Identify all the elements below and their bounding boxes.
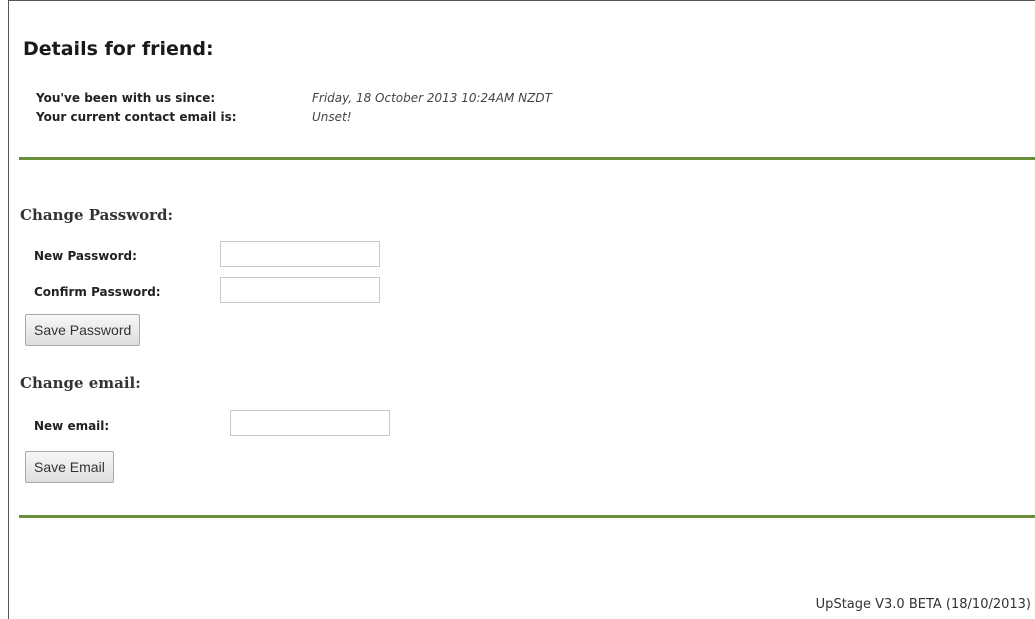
member-since-value: Friday, 18 October 2013 10:24AM NZDT	[312, 91, 552, 105]
page-title: Details for friend:	[23, 38, 214, 60]
contact-email-value: Unset!	[312, 110, 352, 124]
bottom-divider	[19, 515, 1035, 518]
change-email-title: Change email:	[20, 374, 141, 392]
confirm-password-label: Confirm Password:	[34, 285, 161, 299]
new-password-label: New Password:	[34, 249, 137, 263]
new-email-label: New email:	[34, 419, 110, 433]
version-footer: UpStage V3.0 BETA (18/10/2013)	[815, 597, 1031, 612]
content-frame: Details for friend: You've been with us …	[8, 0, 1035, 619]
new-email-input[interactable]	[230, 410, 390, 436]
change-password-title: Change Password:	[20, 206, 174, 224]
top-divider	[19, 157, 1035, 160]
contact-email-label: Your current contact email is:	[36, 110, 237, 124]
save-password-button[interactable]: Save Password	[25, 314, 141, 346]
confirm-password-input[interactable]	[220, 277, 380, 303]
new-password-input[interactable]	[220, 241, 380, 267]
member-since-label: You've been with us since:	[36, 91, 216, 105]
save-email-button[interactable]: Save Email	[25, 451, 114, 483]
